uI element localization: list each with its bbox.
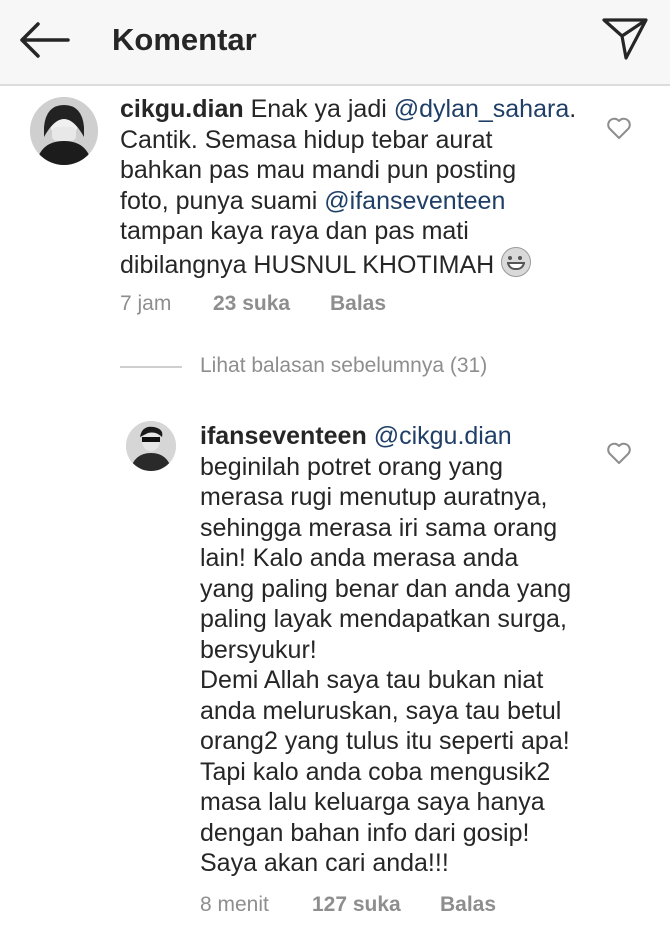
avatar-photo [126,421,176,471]
send-icon[interactable] [600,16,650,62]
mention-link[interactable]: @cikgu.dian [374,422,512,450]
comment-time: 8 menit [200,893,269,916]
grinning-face-emoji [501,246,532,277]
comment-body: beginilah potret orang yang merasa rugi … [200,452,572,878]
back-arrow-icon[interactable] [18,20,70,60]
avatar[interactable] [126,421,176,471]
mention-link[interactable]: @dylan_sahara [394,95,570,123]
avatar[interactable] [30,97,98,165]
comment-body: Enak ya jadi [243,95,394,123]
likes-count[interactable]: 23 suka [213,292,290,316]
divider [120,366,182,368]
comment-username[interactable]: cikgu.dian [120,95,244,123]
heart-icon[interactable] [606,116,632,140]
mention-link[interactable]: @ifanseventeen [324,187,505,215]
reply-button[interactable]: Balas [330,292,386,316]
comment-text: ifanseventeen @cikgu.dian beginilah potr… [200,421,600,879]
comment-username[interactable]: ifanseventeen [200,422,367,450]
reply-button[interactable]: Balas [440,893,496,917]
likes-count[interactable]: 127 suka [312,893,401,917]
comment-time: 7 jam [120,292,172,315]
comment-body [367,422,374,450]
avatar-photo [30,97,98,165]
comment-body: tampan kaya raya dan pas mati dibilangny… [120,217,495,279]
view-previous-replies[interactable]: Lihat balasan sebelumnya (31) [200,354,487,378]
comment-text: cikgu.dian Enak ya jadi @dylan_sahara. C… [120,94,590,280]
heart-icon[interactable] [606,441,632,465]
page-title: Komentar [112,22,257,57]
top-bar: Komentar [0,0,670,86]
